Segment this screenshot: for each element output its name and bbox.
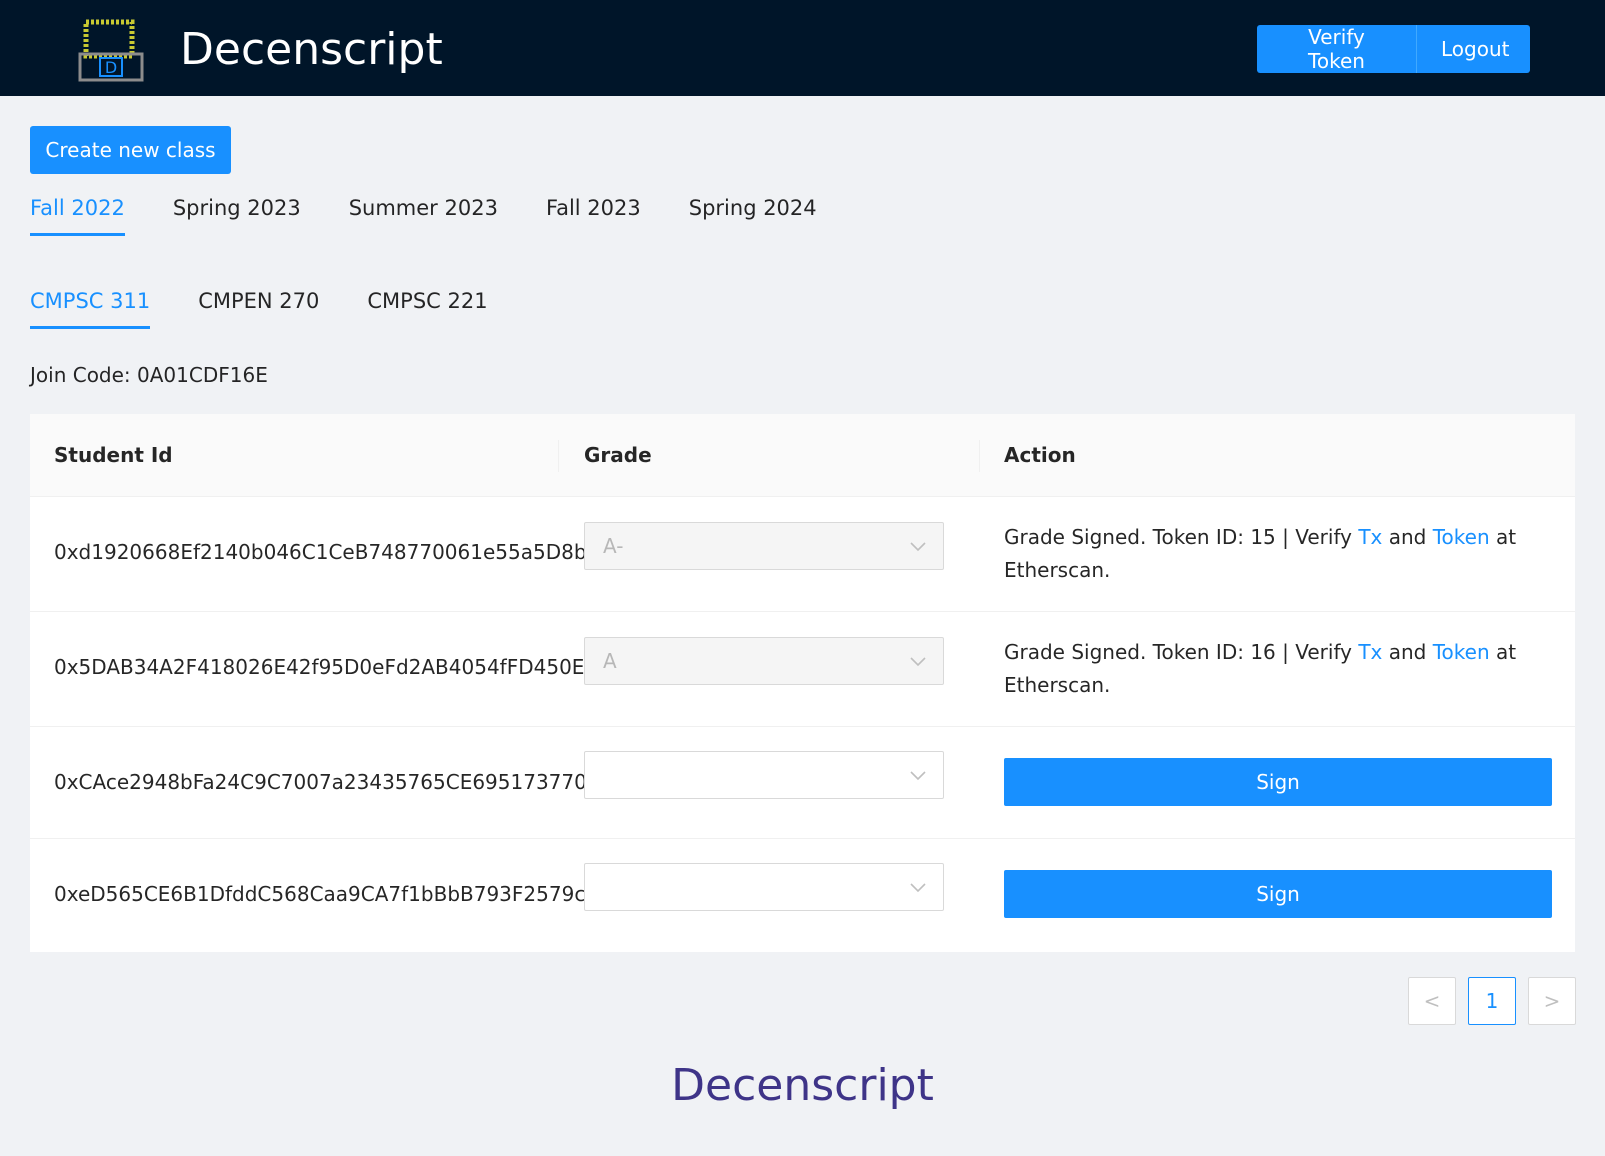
chevron-down-icon xyxy=(910,771,926,781)
join-code: Join Code: 0A01CDF16E xyxy=(30,363,268,387)
sign-button[interactable]: Sign xyxy=(1004,758,1552,806)
tx-link[interactable]: Tx xyxy=(1358,525,1382,549)
sign-button[interactable]: Sign xyxy=(1004,870,1552,918)
app-title: Decenscript xyxy=(180,24,443,75)
verify-token-button[interactable]: Verify Token xyxy=(1257,25,1417,73)
grade-select: A xyxy=(584,637,944,685)
tab-fall-2022[interactable]: Fall 2022 xyxy=(30,192,125,236)
status-text: and xyxy=(1382,525,1433,549)
grade-value: A xyxy=(603,649,617,673)
student-id: 0x5DAB34A2F418026E42f95D0eFd2AB4054fFD45… xyxy=(54,655,585,679)
create-class-button[interactable]: Create new class xyxy=(30,126,231,174)
status-text: and xyxy=(1382,640,1433,664)
app-logo: D xyxy=(78,19,144,82)
app-header: D Decenscript Verify Token Logout xyxy=(0,0,1605,96)
grade-select[interactable] xyxy=(584,751,944,799)
tab-cmpsc-311[interactable]: CMPSC 311 xyxy=(30,285,151,329)
grade-select[interactable] xyxy=(584,863,944,911)
tab-spring-2023[interactable]: Spring 2023 xyxy=(173,192,301,236)
tab-summer-2023[interactable]: Summer 2023 xyxy=(349,192,498,236)
token-link[interactable]: Token xyxy=(1433,640,1490,664)
table-row: 0xCAce2948bFa24C9C7007a23435765CE6951737… xyxy=(30,727,1575,839)
tab-fall-2023[interactable]: Fall 2023 xyxy=(546,192,641,236)
student-id: 0xCAce2948bFa24C9C7007a23435765CE6951737… xyxy=(54,770,587,794)
tx-link[interactable]: Tx xyxy=(1358,640,1382,664)
grade-value: A- xyxy=(603,534,624,558)
class-tabs: CMPSC 311 CMPEN 270 CMPSC 221 xyxy=(30,285,536,329)
grade-signed-status: Grade Signed. Token ID: 15 | Verify Tx a… xyxy=(1004,521,1524,587)
chevron-down-icon xyxy=(910,542,926,552)
grade-select: A- xyxy=(584,522,944,570)
grades-table: Student Id Grade Action 0xd1920668Ef2140… xyxy=(30,414,1575,952)
status-text: Grade Signed. Token ID: 15 | Verify xyxy=(1004,525,1359,549)
tab-cmpsc-221[interactable]: CMPSC 221 xyxy=(367,285,487,329)
logout-button[interactable]: Logout xyxy=(1417,25,1530,73)
footer-title: Decenscript xyxy=(671,1060,934,1111)
header-actions: Verify Token Logout xyxy=(1257,25,1530,73)
chevron-down-icon xyxy=(910,657,926,667)
token-link[interactable]: Token xyxy=(1433,525,1490,549)
student-id: 0xd1920668Ef2140b046C1CeB748770061e55a5D… xyxy=(54,540,587,564)
column-divider xyxy=(979,440,980,472)
table-row: 0xd1920668Ef2140b046C1CeB748770061e55a5D… xyxy=(30,497,1575,612)
column-divider xyxy=(558,440,559,472)
chevron-down-icon xyxy=(910,883,926,893)
table-row: 0xeD565CE6B1DfddC568Caa9CA7f1bBbB793F257… xyxy=(30,839,1575,951)
grade-signed-status: Grade Signed. Token ID: 16 | Verify Tx a… xyxy=(1004,636,1524,702)
status-text: Grade Signed. Token ID: 16 | Verify xyxy=(1004,640,1359,664)
column-header-grade: Grade xyxy=(584,443,652,467)
pagination-next-button[interactable]: > xyxy=(1528,977,1576,1025)
tab-spring-2024[interactable]: Spring 2024 xyxy=(689,192,817,236)
pagination-prev-button[interactable]: < xyxy=(1408,977,1456,1025)
table-header: Student Id Grade Action xyxy=(30,414,1575,497)
svg-text:D: D xyxy=(105,58,117,77)
column-header-student-id: Student Id xyxy=(54,443,173,467)
pagination-page-1[interactable]: 1 xyxy=(1468,977,1516,1025)
student-id: 0xeD565CE6B1DfddC568Caa9CA7f1bBbB793F257… xyxy=(54,882,586,906)
table-row: 0x5DAB34A2F418026E42f95D0eFd2AB4054fFD45… xyxy=(30,612,1575,727)
semester-tabs: Fall 2022 Spring 2023 Summer 2023 Fall 2… xyxy=(30,192,865,236)
column-header-action: Action xyxy=(1004,443,1076,467)
tab-cmpen-270[interactable]: CMPEN 270 xyxy=(198,285,319,329)
